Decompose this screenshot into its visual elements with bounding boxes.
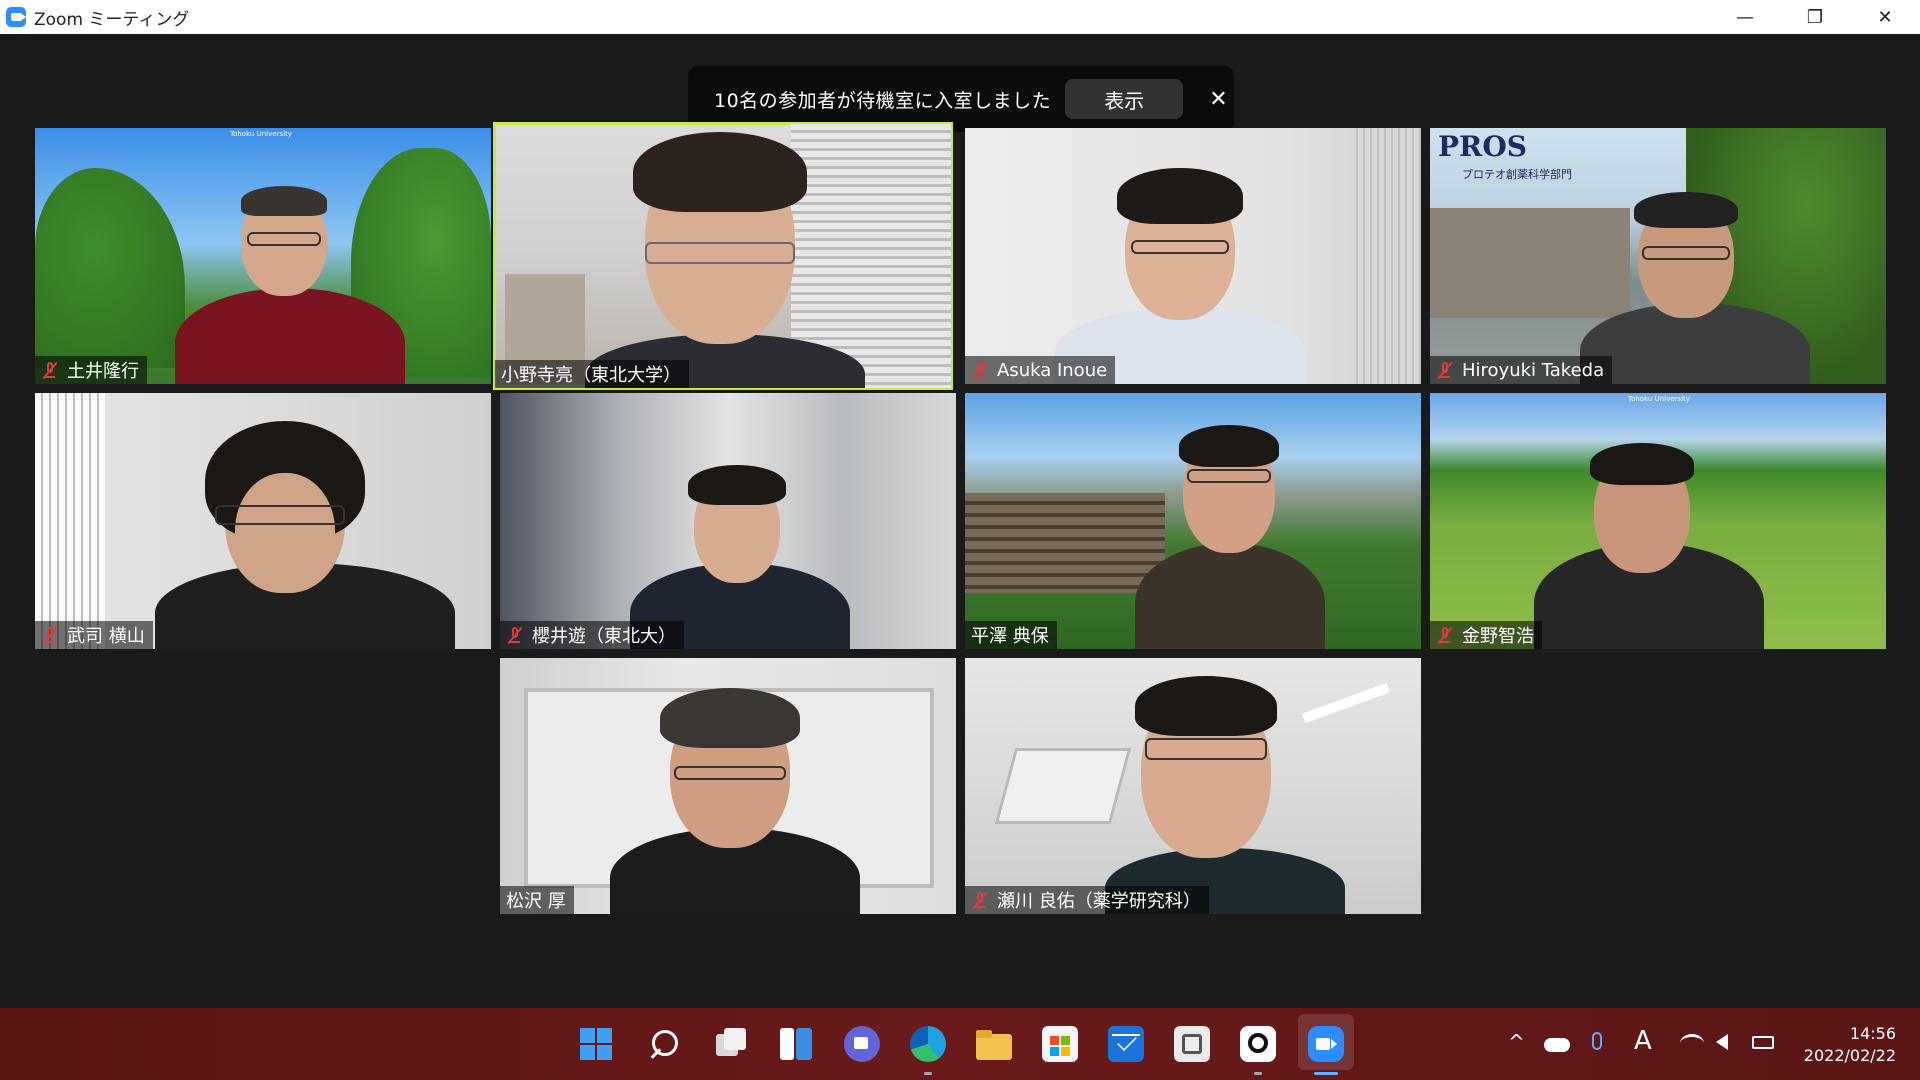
participant-name-tag: 金野智浩 bbox=[1430, 621, 1542, 649]
mic-muted-icon bbox=[506, 626, 524, 645]
clock-date: 2022/02/22 bbox=[1803, 1046, 1896, 1065]
participant-name: 松沢 厚 bbox=[506, 891, 566, 912]
participant-name-tag: Hiroyuki Takeda bbox=[1430, 356, 1613, 384]
running-indicator bbox=[1254, 1072, 1262, 1075]
video-tile-6[interactable]: 櫻井遊（東北大） bbox=[500, 393, 956, 649]
store-icon[interactable] bbox=[1042, 1026, 1078, 1062]
photos-icon[interactable] bbox=[1174, 1026, 1210, 1062]
microphone-icon[interactable] bbox=[1592, 1032, 1602, 1050]
participant-name-tag: 土井隆行 bbox=[35, 356, 147, 384]
zoom-app-icon bbox=[6, 7, 26, 27]
running-indicator bbox=[924, 1072, 932, 1075]
video-tile-3[interactable]: Asuka Inoue bbox=[965, 128, 1421, 384]
mic-muted-icon bbox=[971, 361, 989, 380]
mic-muted-icon bbox=[1436, 626, 1454, 645]
video-tile-7[interactable]: 平澤 典保 bbox=[965, 393, 1421, 649]
tray-chevron-icon[interactable]: ^ bbox=[1508, 1030, 1525, 1054]
participant-name-tag: 平澤 典保 bbox=[965, 621, 1057, 649]
active-indicator bbox=[1314, 1072, 1338, 1075]
show-waiting-room-button[interactable]: 表示 bbox=[1065, 79, 1184, 119]
mic-muted-icon bbox=[971, 891, 989, 910]
video-tile-10[interactable]: 瀬川 良佑（薬学研究科） bbox=[965, 658, 1421, 914]
restore-button[interactable]: ❐ bbox=[1780, 0, 1850, 34]
participant-name: 櫻井遊（東北大） bbox=[532, 626, 676, 647]
mic-muted-icon bbox=[41, 626, 59, 645]
tohoku-watermark: Tohoku University bbox=[230, 130, 292, 138]
teams-chat-icon[interactable] bbox=[844, 1026, 880, 1062]
video-tile-5[interactable]: 武司 横山 bbox=[35, 393, 491, 649]
battery-icon[interactable] bbox=[1752, 1036, 1774, 1049]
participant-name: 武司 横山 bbox=[67, 626, 145, 647]
mic-muted-icon bbox=[1436, 361, 1454, 380]
window-title: Zoom ミーティング bbox=[34, 9, 190, 30]
participant-name-tag: 櫻井遊（東北大） bbox=[500, 621, 684, 649]
participant-name-tag: 瀬川 良佑（薬学研究科） bbox=[965, 886, 1209, 914]
onedrive-icon[interactable] bbox=[1544, 1038, 1570, 1052]
video-tile-9[interactable]: 松沢 厚 bbox=[500, 658, 956, 914]
ime-indicator[interactable]: A bbox=[1634, 1026, 1652, 1056]
participant-name: 瀬川 良佑（薬学研究科） bbox=[997, 891, 1201, 912]
participant-name-tag: 小野寺亮（東北大学） bbox=[495, 360, 689, 388]
video-tile-8[interactable]: Tohoku University 金野智浩 bbox=[1430, 393, 1886, 649]
participant-name-tag: 松沢 厚 bbox=[500, 886, 574, 914]
app-icon[interactable] bbox=[1240, 1026, 1276, 1062]
search-icon[interactable] bbox=[646, 1026, 682, 1062]
taskbar: ^ A 14:56 2022/02/22 bbox=[0, 1008, 1920, 1080]
participant-name: 平澤 典保 bbox=[971, 626, 1049, 647]
minimize-button[interactable]: — bbox=[1710, 0, 1780, 34]
clock-time: 14:56 bbox=[1849, 1024, 1896, 1043]
participant-name: Hiroyuki Takeda bbox=[1462, 359, 1605, 381]
widgets-icon[interactable] bbox=[778, 1026, 814, 1062]
participant-name: 小野寺亮（東北大学） bbox=[501, 365, 681, 386]
banner-close-icon[interactable]: ✕ bbox=[1209, 87, 1227, 112]
waiting-room-banner: 10名の参加者が待機室に入室しました 表示 ✕ bbox=[688, 66, 1234, 132]
video-tile-2[interactable]: 小野寺亮（東北大学） bbox=[493, 122, 953, 390]
file-explorer-icon[interactable] bbox=[976, 1026, 1012, 1062]
edge-icon[interactable] bbox=[910, 1026, 946, 1062]
participant-name-tag: Asuka Inoue bbox=[965, 356, 1116, 384]
zoom-icon[interactable] bbox=[1308, 1026, 1344, 1062]
start-icon[interactable] bbox=[578, 1026, 614, 1062]
tohoku-watermark: Tohoku University bbox=[1628, 395, 1690, 403]
mic-muted-icon bbox=[41, 361, 59, 380]
task-view-icon[interactable] bbox=[712, 1026, 748, 1062]
pros-subtitle: プロテオ創薬科学部門 bbox=[1462, 168, 1572, 181]
pros-logo: PROS bbox=[1438, 130, 1527, 163]
banner-message: 10名の参加者が待機室に入室しました bbox=[714, 89, 1052, 112]
participant-name: 金野智浩 bbox=[1462, 626, 1534, 647]
mail-icon[interactable] bbox=[1108, 1026, 1144, 1062]
close-button[interactable]: ✕ bbox=[1850, 0, 1920, 34]
participant-name: Asuka Inoue bbox=[997, 359, 1108, 381]
volume-icon[interactable] bbox=[1716, 1034, 1728, 1050]
system-clock[interactable]: 14:56 2022/02/22 bbox=[1804, 1023, 1896, 1067]
wifi-icon[interactable] bbox=[1680, 1034, 1704, 1053]
participant-name: 土井隆行 bbox=[67, 361, 139, 382]
title-bar: Zoom ミーティング — ❐ ✕ bbox=[0, 0, 1920, 34]
video-tile-4[interactable]: PROS プロテオ創薬科学部門 Hiroyuki Takeda bbox=[1430, 128, 1886, 384]
video-tile-1[interactable]: Tohoku University 土井隆行 bbox=[35, 128, 491, 384]
participant-name-tag: 武司 横山 bbox=[35, 621, 153, 649]
